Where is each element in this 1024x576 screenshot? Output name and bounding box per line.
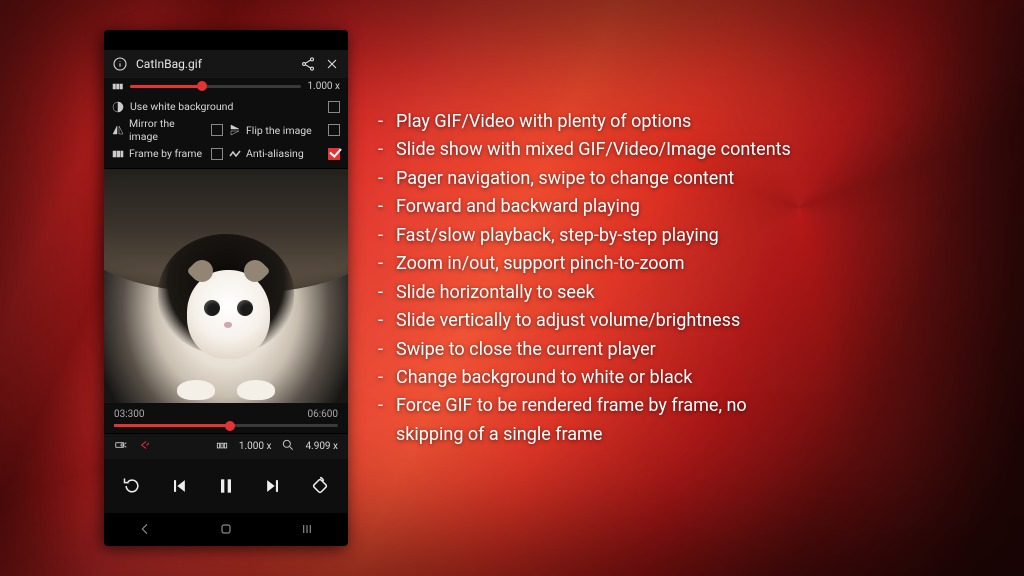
- frame-icon: [112, 148, 124, 160]
- seek-bar[interactable]: [114, 424, 338, 427]
- speed-indicator-icon: [215, 438, 229, 455]
- feature-item: - Pager navigation, swipe to change cont…: [378, 165, 984, 193]
- flip-label: Flip the image: [246, 124, 323, 137]
- speed-slider[interactable]: [130, 85, 301, 88]
- bullet-dash: -: [378, 364, 396, 392]
- speed-slider-row: 1.000 x: [104, 78, 348, 96]
- info-icon[interactable]: [112, 56, 128, 72]
- nav-back-button[interactable]: [137, 521, 153, 540]
- speed-icon: [112, 80, 124, 92]
- info-row: 1.000 x 4.909 x: [104, 433, 348, 459]
- bullet-dash: -: [378, 250, 396, 278]
- file-name: CatInBag.gif: [136, 57, 292, 71]
- time-row: 03:300 06:600: [104, 403, 348, 422]
- time-current: 03:300: [114, 409, 145, 420]
- bullet-dash: -: [378, 307, 396, 335]
- flip-checkbox[interactable]: [328, 124, 340, 136]
- speed-value: 1.000 x: [307, 81, 340, 92]
- phone-screenshot: CatInBag.gif 1.000 x Use white backgroun…: [104, 30, 348, 546]
- feature-item: - Slide show with mixed GIF/Video/Image …: [378, 136, 984, 164]
- bullet-dash: -: [378, 136, 396, 164]
- feature-item: - Slide vertically to adjust volume/brig…: [378, 307, 984, 335]
- feature-text: Forward and backward playing: [396, 193, 984, 221]
- white-bg-checkbox[interactable]: [328, 101, 340, 113]
- playback-controls: [104, 459, 348, 513]
- bullet-dash: -: [378, 108, 396, 136]
- mirror-icon: [112, 124, 124, 136]
- mirror-checkbox[interactable]: [211, 124, 223, 136]
- frame-checkbox[interactable]: [211, 148, 223, 160]
- feature-item: - Force GIF to be rendered frame by fram…: [378, 392, 984, 420]
- status-bar: [104, 30, 348, 50]
- feature-list: - Play GIF/Video with plenty of options-…: [378, 108, 984, 449]
- close-icon[interactable]: [324, 56, 340, 72]
- bullet-dash: -: [378, 336, 396, 364]
- feature-text: Zoom in/out, support pinch-to-zoom: [396, 250, 984, 278]
- replay-button[interactable]: [115, 469, 149, 503]
- feature-item: - Fast/slow playback, step-by-step playi…: [378, 222, 984, 250]
- feature-item: - Slide horizontally to seek: [378, 279, 984, 307]
- bullet-dash: -: [378, 279, 396, 307]
- pause-button[interactable]: [209, 469, 243, 503]
- feature-text: Force GIF to be rendered frame by frame,…: [396, 392, 984, 420]
- aa-checkbox[interactable]: [328, 148, 340, 160]
- feature-item: - Play GIF/Video with plenty of options: [378, 108, 984, 136]
- bullet-dash: -: [378, 165, 396, 193]
- feature-item: - Swipe to close the current player: [378, 336, 984, 364]
- flip-icon: [229, 124, 241, 136]
- time-total: 06:600: [307, 409, 338, 420]
- feature-text: Play GIF/Video with plenty of options: [396, 108, 984, 136]
- info-zoom-value: 4.909 x: [305, 441, 338, 452]
- reverse-play-icon[interactable]: [138, 438, 152, 455]
- seek-bar-container: [104, 422, 348, 433]
- projector-icon[interactable]: [114, 438, 128, 455]
- rotate-button[interactable]: [303, 469, 337, 503]
- gif-content: [104, 169, 348, 403]
- feature-text: Fast/slow playback, step-by-step playing: [396, 222, 984, 250]
- nav-home-button[interactable]: [218, 521, 234, 540]
- android-navbar: [104, 513, 348, 546]
- feature-item: - Change background to white or black: [378, 364, 984, 392]
- share-icon[interactable]: [300, 56, 316, 72]
- feature-text: Slide vertically to adjust volume/bright…: [396, 307, 984, 335]
- white-bg-label: Use white background: [130, 100, 322, 113]
- info-speed-value: 1.000 x: [239, 441, 272, 452]
- aa-label: Anti-aliasing: [246, 147, 323, 160]
- zoom-indicator-icon: [281, 438, 295, 455]
- feature-text: Slide show with mixed GIF/Video/Image co…: [396, 136, 984, 164]
- nav-recent-button[interactable]: [299, 521, 315, 540]
- feature-item: - Forward and backward playing: [378, 193, 984, 221]
- contrast-icon: [112, 101, 124, 113]
- next-frame-button[interactable]: [256, 469, 290, 503]
- mirror-label: Mirror the image: [129, 117, 206, 143]
- feature-text: Swipe to close the current player: [396, 336, 984, 364]
- feature-text-cont: skipping of a single frame: [378, 421, 984, 449]
- player-titlebar: CatInBag.gif: [104, 50, 348, 78]
- feature-item: - Zoom in/out, support pinch-to-zoom: [378, 250, 984, 278]
- bullet-dash: -: [378, 222, 396, 250]
- aa-icon: [229, 148, 241, 160]
- bullet-dash: -: [378, 392, 396, 420]
- feature-text: Pager navigation, swipe to change conten…: [396, 165, 984, 193]
- prev-frame-button[interactable]: [162, 469, 196, 503]
- feature-text: Slide horizontally to seek: [396, 279, 984, 307]
- feature-text: Change background to white or black: [396, 364, 984, 392]
- gif-viewport[interactable]: [104, 169, 348, 403]
- frame-label: Frame by frame: [129, 147, 206, 160]
- options-panel: Use white background Mirror the image Fl…: [104, 96, 348, 169]
- bullet-dash: -: [378, 193, 396, 221]
